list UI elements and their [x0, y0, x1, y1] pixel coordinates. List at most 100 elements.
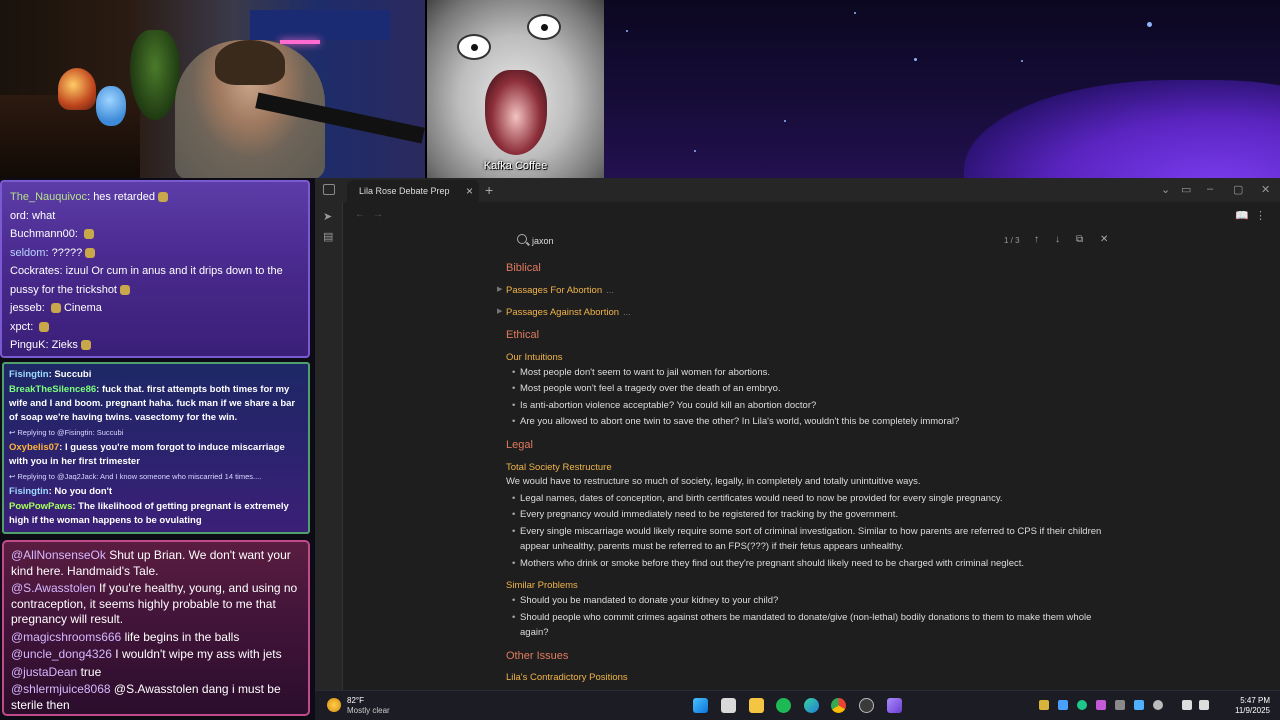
search-icon — [517, 234, 527, 244]
obs-icon[interactable] — [859, 698, 874, 713]
system-clock[interactable]: 5:47 PM 11/9/2025 — [1235, 696, 1270, 716]
overlay-caption: Kafka Coffee — [483, 160, 548, 172]
pages-icon[interactable]: ▤ — [323, 230, 335, 243]
list-item: Are you allowed to abort one twin to sav… — [512, 414, 1120, 429]
file-explorer-icon[interactable] — [749, 698, 764, 713]
view-tools: 📖 ⋮ — [1235, 209, 1266, 222]
tray-icon[interactable] — [1134, 700, 1144, 710]
tray-icon[interactable] — [1039, 700, 1049, 710]
chat-text: izuul Or cum in anus and it drips down t… — [65, 265, 283, 277]
network-icon[interactable] — [1182, 700, 1192, 710]
heading-text: Passages Against Abortion — [506, 307, 620, 318]
lamp — [58, 68, 96, 110]
chat-username: PowPowPaws — [9, 501, 73, 512]
chat-username: xpct — [10, 320, 31, 333]
chat-panel-middle: Fisingtin: Succubi BreakTheSilence86: fu… — [2, 362, 310, 534]
tab-bar: Lila Rose Debate Prep × + ⌄ ▭ – ▢ ✕ — [315, 178, 1280, 202]
cat-eye-right — [527, 14, 561, 40]
heading-contradictory-positions: Lila's Contradictory Positions — [506, 672, 628, 683]
search-input[interactable]: jaxon — [532, 236, 554, 246]
minimize-icon[interactable]: – — [1207, 183, 1213, 195]
more-options-icon[interactable]: ⋮ — [1255, 210, 1266, 222]
close-window-icon[interactable]: ✕ — [1261, 183, 1270, 196]
task-view-icon[interactable] — [721, 698, 736, 713]
heading-passages-against[interactable]: ▶ Passages Against Abortion... — [497, 307, 631, 318]
plant — [130, 30, 180, 120]
chrome-icon[interactable] — [831, 698, 846, 713]
heading-passages-for[interactable]: ▶ Passages For Abortion... — [497, 285, 615, 296]
match-count: 1 / 3 — [1004, 236, 1020, 245]
chevron-right-icon[interactable]: ▶ — [497, 285, 502, 293]
chat-line: PinguK: Zieks — [10, 336, 300, 355]
star — [626, 30, 628, 32]
list-item: Every pregnancy would immediately need t… — [512, 507, 1120, 522]
tray-icon[interactable] — [1058, 700, 1068, 710]
close-icon[interactable]: × — [466, 184, 473, 198]
spotify-icon[interactable] — [776, 698, 791, 713]
sidebar-toggle-icon[interactable] — [323, 184, 335, 195]
chat-username: @magicshrooms666 — [11, 629, 122, 644]
emote-icon — [50, 303, 61, 314]
star — [914, 58, 917, 61]
chat-text: life begins in the balls — [124, 629, 240, 644]
chat-username: The_Nauquivoc — [10, 191, 88, 203]
windows-taskbar: 82°F Mostly clear 5:47 PM 11/9/2025 — [315, 690, 1280, 720]
list-item: Should people who commit crimes against … — [512, 610, 1120, 640]
chat-username: PinguK — [10, 339, 46, 351]
obsidian-window: Lila Rose Debate Prep × + ⌄ ▭ – ▢ ✕ ➤ ▤ … — [315, 178, 1280, 690]
chat-text: No you don't — [54, 486, 113, 497]
next-match-icon[interactable]: ↓ — [1055, 234, 1060, 245]
send-icon[interactable]: ➤ — [323, 210, 335, 223]
figurine — [96, 86, 126, 126]
neon-light — [280, 40, 320, 44]
start-icon[interactable] — [693, 698, 708, 713]
chat-text: Zieks — [51, 339, 78, 351]
tray-icon[interactable] — [1077, 700, 1087, 710]
star — [1021, 60, 1023, 62]
chevron-down-icon[interactable]: ⌄ — [1161, 183, 1170, 196]
maximize-icon[interactable]: ▢ — [1233, 183, 1243, 196]
clock-time: 5:47 PM — [1240, 696, 1270, 705]
weather-icon — [327, 698, 341, 712]
webcam-feed — [0, 0, 425, 178]
edge-icon[interactable] — [804, 698, 819, 713]
obsidian-icon[interactable] — [887, 698, 902, 713]
chat-line: pussy for the trickshot — [10, 281, 300, 300]
chat-username: jesseb — [10, 302, 42, 314]
chat-line: @S.Awasstolen If you're healthy, young, … — [11, 581, 301, 628]
chevron-right-icon[interactable]: ▶ — [497, 307, 502, 315]
heading-ethical: Ethical — [506, 329, 540, 341]
tray-icon[interactable] — [1115, 700, 1125, 710]
cat-overlay: Kafka Coffee — [427, 0, 604, 178]
chat-username: Fisingtin — [9, 486, 49, 497]
previous-match-icon[interactable]: ↑ — [1034, 234, 1039, 245]
heading-total-society-restructure: Total Society Restructure — [506, 462, 612, 473]
right-sidebar-icon[interactable]: ▭ — [1181, 183, 1191, 196]
chat-line: ord: what — [10, 209, 56, 222]
collapsed-ellipsis: ... — [623, 307, 631, 318]
chat-line: Fisingtin: Succubi — [9, 369, 92, 380]
tab-lila-rose-debate-prep[interactable]: Lila Rose Debate Prep × — [347, 180, 479, 202]
list-item: Mothers who drink or smoke before they f… — [512, 556, 1120, 571]
reading-view-icon[interactable]: 📖 — [1235, 210, 1249, 222]
star — [854, 12, 856, 14]
purple-nebula — [964, 80, 1280, 178]
back-icon[interactable]: ← — [355, 209, 373, 220]
close-search-icon[interactable]: ✕ — [1100, 234, 1108, 245]
heading-biblical: Biblical — [506, 262, 541, 274]
background-shelf — [250, 10, 390, 40]
cat-eye-left — [457, 34, 491, 60]
forward-icon[interactable]: → — [373, 209, 391, 220]
tray-icon[interactable] — [1153, 700, 1163, 710]
chat-text: hes retarded — [93, 191, 155, 203]
volume-icon[interactable] — [1199, 700, 1209, 710]
chat-line: Oxybelis07: I guess you're mom forgot to… — [9, 442, 285, 467]
emote-icon — [157, 192, 168, 203]
collapsed-ellipsis: ... — [606, 285, 615, 296]
chat-username: Buchmann00 — [10, 228, 75, 240]
tray-icon[interactable] — [1096, 700, 1106, 710]
chat-text: true — [80, 664, 102, 679]
replace-icon[interactable]: ⧉ — [1076, 234, 1083, 245]
new-tab-icon[interactable]: + — [485, 182, 493, 198]
list-item: Is anti-abortion violence acceptable? Yo… — [512, 398, 1120, 413]
